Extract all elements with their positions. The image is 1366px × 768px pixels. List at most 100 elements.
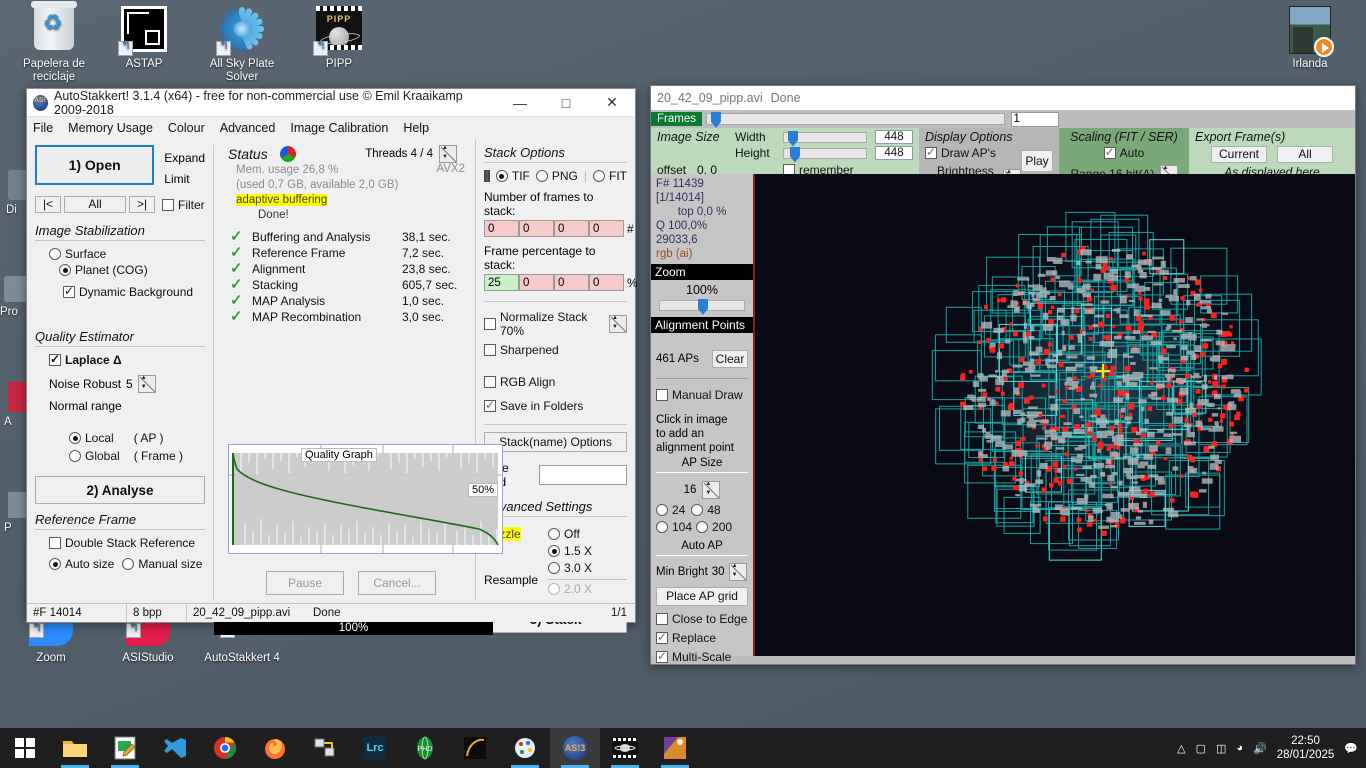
format-tif-radio[interactable]: TIF xyxy=(495,169,530,183)
draw-aps-checkbox[interactable]: Draw AP's xyxy=(925,145,996,160)
auto-size-radio[interactable]: Auto size xyxy=(49,557,114,571)
double-stack-reference-checkbox[interactable]: Double Stack Reference xyxy=(49,536,195,550)
height-value[interactable]: 448 xyxy=(875,146,913,160)
save-in-folders-checkbox[interactable]: Save in Folders xyxy=(484,398,583,413)
export-all-button[interactable]: All xyxy=(1277,146,1333,163)
stack-name-options-button[interactable]: Stack(name) Options xyxy=(484,432,627,452)
start-button[interactable] xyxy=(0,728,50,768)
menu-file[interactable]: File xyxy=(33,121,53,135)
slider-thumb[interactable] xyxy=(698,299,708,315)
format-png-radio[interactable]: PNG xyxy=(535,169,578,183)
close-button[interactable]: ✕ xyxy=(589,89,635,116)
desktop-icon-irlanda[interactable]: Irlanda xyxy=(1262,6,1358,71)
autostakkert-titlebar[interactable]: AutoStakkert! 3.1.4 (x64) - free for non… xyxy=(27,89,635,117)
ap-size-24-radio[interactable]: 24 xyxy=(656,503,685,517)
firefox-button[interactable] xyxy=(250,728,300,768)
sharpened-checkbox[interactable]: Sharpened xyxy=(484,343,559,357)
replace-checkbox[interactable]: Replace xyxy=(656,630,716,645)
percent-input-1[interactable] xyxy=(484,274,519,291)
desktop-icon-astap[interactable]: ASTAP xyxy=(96,6,192,71)
sharpcap-button[interactable] xyxy=(300,728,350,768)
battery-icon[interactable]: ◫ xyxy=(1216,742,1226,755)
export-current-button[interactable]: Current xyxy=(1211,146,1267,163)
percent-input-2[interactable] xyxy=(519,274,554,291)
desktop-icon-all-sky-plate-solver[interactable]: All Sky Plate Solver xyxy=(194,6,290,84)
registax-button[interactable] xyxy=(450,728,500,768)
place-ap-grid-button[interactable]: Place AP grid xyxy=(656,587,748,606)
pipp-button[interactable] xyxy=(600,728,650,768)
frames-input-4[interactable] xyxy=(589,220,624,237)
multi-scale-checkbox[interactable]: Multi-Scale xyxy=(656,649,731,664)
action-center-icon[interactable]: 💬 xyxy=(1344,742,1358,755)
ap-size-200-radio[interactable]: 200 xyxy=(696,520,732,534)
maximize-button[interactable]: □ xyxy=(543,89,589,116)
open-button[interactable]: 1) Open xyxy=(35,145,155,185)
ap-size-104-radio[interactable]: 104 xyxy=(656,520,692,534)
slider-thumb[interactable] xyxy=(788,130,798,147)
resample-20x-radio[interactable]: 2.0 X xyxy=(548,582,592,596)
lightroom-classic-button[interactable]: Lrc xyxy=(350,728,400,768)
filter-checkbox[interactable]: Filter xyxy=(162,198,205,212)
close-to-edge-checkbox[interactable]: Close to Edge xyxy=(656,612,747,626)
slider-thumb[interactable] xyxy=(710,112,721,128)
desktop-icon-recycle-bin[interactable]: Papelera de reciclaje xyxy=(6,1,102,84)
height-slider[interactable] xyxy=(783,146,867,163)
menu-colour[interactable]: Colour xyxy=(168,121,205,135)
chrome-button[interactable] xyxy=(200,728,250,768)
ap-size-48-radio[interactable]: 48 xyxy=(691,503,721,517)
play-button[interactable]: Play xyxy=(1021,150,1053,172)
taskbar-clock[interactable]: 22:50 28/01/2025 xyxy=(1277,734,1335,762)
laplace-checkbox[interactable]: Laplace Δ xyxy=(49,352,122,367)
paint-button[interactable] xyxy=(500,728,550,768)
color-wheel-icon[interactable] xyxy=(279,146,296,162)
width-value[interactable]: 448 xyxy=(875,130,913,144)
desktop-icon-zoom[interactable]: Zoom xyxy=(3,618,99,665)
local-ap-radio[interactable]: Local ( AP ) xyxy=(69,431,163,445)
min-bright-stepper[interactable] xyxy=(728,562,747,581)
scaling-auto-checkbox[interactable]: Auto xyxy=(1103,145,1144,160)
desktop-icon-pipp[interactable]: PIPP PIPP xyxy=(291,6,387,71)
format-fit-radio[interactable]: FIT xyxy=(593,169,627,183)
percent-input-4[interactable] xyxy=(589,274,624,291)
planet-cog-radio[interactable]: Planet (COG) xyxy=(59,263,148,277)
drizzle-15x-radio[interactable]: 1.5 X xyxy=(548,544,592,558)
autostakkert-button[interactable]: AS!3 xyxy=(550,728,600,768)
limit-label[interactable]: Limit xyxy=(164,169,205,190)
show-hidden-icons-button[interactable]: △ xyxy=(1177,742,1185,755)
frame-image-canvas[interactable] xyxy=(755,174,1355,656)
frame-number-input[interactable] xyxy=(1010,111,1059,127)
first-frame-button[interactable]: |< xyxy=(35,196,61,213)
drizzle-30x-radio[interactable]: 3.0 X xyxy=(548,561,592,575)
rgb-align-checkbox[interactable]: RGB Align xyxy=(484,375,555,389)
vscode-button[interactable] xyxy=(150,728,200,768)
menu-help[interactable]: Help xyxy=(403,121,429,135)
width-slider[interactable] xyxy=(783,130,867,147)
percent-input-3[interactable] xyxy=(554,274,589,291)
last-frame-button[interactable]: >| xyxy=(129,196,155,213)
surface-radio[interactable]: Surface xyxy=(49,247,106,261)
manual-size-radio[interactable]: Manual size xyxy=(122,557,202,571)
ap-size-stepper[interactable] xyxy=(702,480,721,499)
rgb-swatch-icon[interactable] xyxy=(484,170,490,182)
frames-slider[interactable] xyxy=(705,112,1005,128)
menu-image-calibration[interactable]: Image Calibration xyxy=(290,121,388,135)
expand-label[interactable]: Expand xyxy=(164,148,205,169)
clear-aps-button[interactable]: Clear xyxy=(712,350,748,368)
menu-advanced[interactable]: Advanced xyxy=(220,121,276,135)
cancel-button[interactable]: Cancel... xyxy=(358,571,436,595)
analyse-button[interactable]: 2) Analyse xyxy=(35,476,205,504)
phd2-button[interactable]: PHD xyxy=(400,728,450,768)
normalize-stack-checkbox[interactable]: Normalize Stack 70% xyxy=(484,310,609,338)
drizzle-off-radio[interactable]: Off xyxy=(548,527,580,541)
notepad-app-button[interactable] xyxy=(100,728,150,768)
pause-button[interactable]: Pause xyxy=(266,571,344,595)
global-frame-radio[interactable]: Global ( Frame ) xyxy=(69,449,183,463)
webcam-icon[interactable]: ▢ xyxy=(1196,742,1206,755)
winjupos-button[interactable] xyxy=(650,728,700,768)
frames-input-2[interactable] xyxy=(519,220,554,237)
dynamic-background-checkbox[interactable]: Dynamic Background xyxy=(63,284,193,299)
wifi-icon[interactable]: ◕ xyxy=(1236,742,1243,754)
normalize-stepper[interactable] xyxy=(609,314,627,333)
volume-icon[interactable]: 🔊 xyxy=(1253,742,1267,755)
slider-thumb[interactable] xyxy=(790,146,800,163)
